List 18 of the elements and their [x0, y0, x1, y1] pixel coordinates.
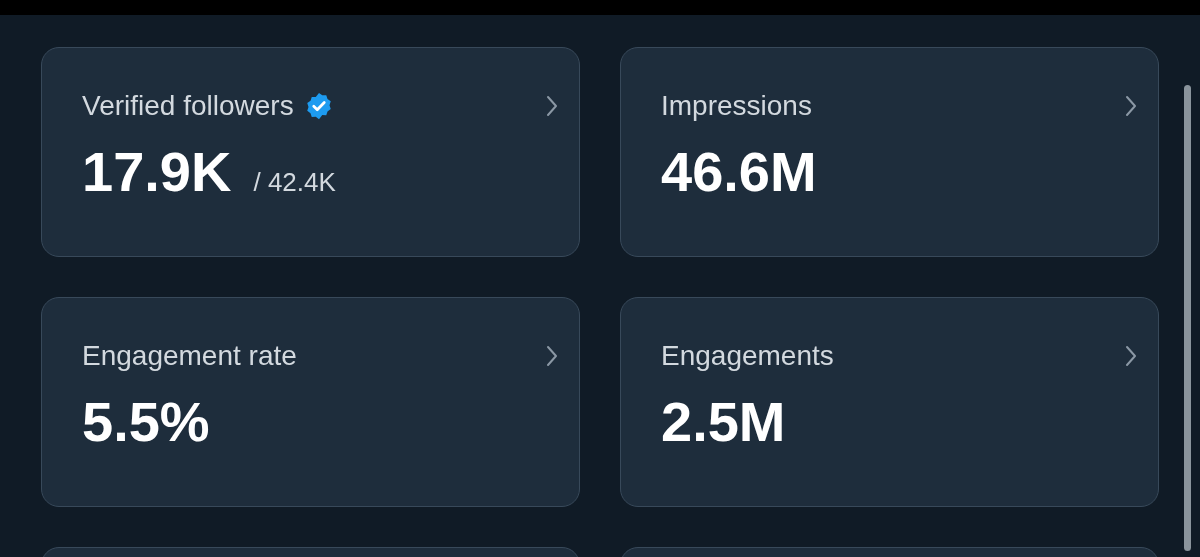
- chevron-right-icon: [545, 344, 559, 368]
- stat-card[interactable]: Impressions 46.6M: [620, 47, 1159, 257]
- card-value: 5.5%: [82, 390, 210, 454]
- stat-card[interactable]: Engagements 2.5M: [620, 297, 1159, 507]
- card-value: 17.9K: [82, 140, 232, 204]
- chevron-right-icon: [545, 94, 559, 118]
- card-title: Verified followers: [82, 89, 294, 123]
- card-title: Impressions: [661, 89, 812, 123]
- chevron-right-icon: [1124, 94, 1138, 118]
- card-title: Engagement rate: [82, 339, 297, 373]
- card-total: / 42.4K: [253, 166, 336, 199]
- stat-card[interactable]: Verified followers 17.9K / 42.4K: [41, 47, 580, 257]
- card-title: Engagements: [661, 339, 834, 373]
- stat-card[interactable]: Engagement rate 5.5%: [41, 297, 580, 507]
- scrollbar-thumb[interactable]: [1184, 85, 1191, 551]
- chevron-right-icon: [1124, 344, 1138, 368]
- card-value: 2.5M: [661, 390, 786, 454]
- card-value: 46.6M: [661, 140, 817, 204]
